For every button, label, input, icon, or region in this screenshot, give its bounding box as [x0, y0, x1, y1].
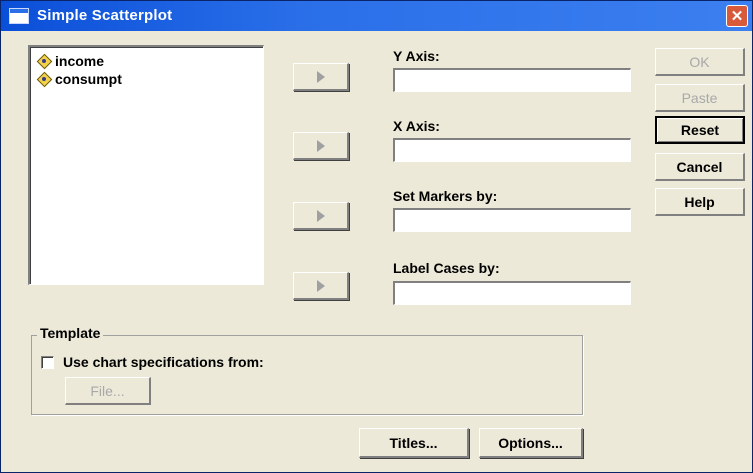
scale-variable-icon: [38, 55, 51, 68]
move-to-label-cases-button[interactable]: [293, 272, 349, 300]
variable-name: income: [55, 53, 105, 69]
options-button[interactable]: Options...: [479, 428, 583, 458]
label-cases-by-label: Label Cases by:: [393, 260, 500, 276]
variable-name: consumpt: [55, 71, 122, 87]
x-axis-field[interactable]: [393, 138, 631, 162]
set-markers-by-field[interactable]: [393, 208, 631, 232]
use-chart-specifications-checkbox[interactable]: [41, 356, 54, 369]
reset-button[interactable]: Reset: [655, 116, 745, 144]
close-button[interactable]: ✕: [726, 5, 748, 27]
simple-scatterplot-dialog: Simple Scatterplot ✕ income consumpt Y A…: [0, 0, 753, 473]
title-bar[interactable]: Simple Scatterplot ✕: [1, 1, 752, 31]
label-cases-by-field[interactable]: [393, 281, 631, 305]
list-item-consumpt[interactable]: consumpt: [38, 71, 122, 87]
x-axis-label: X Axis:: [393, 118, 440, 134]
use-chart-specifications-label[interactable]: Use chart specifications from:: [63, 354, 264, 370]
set-markers-by-label: Set Markers by:: [393, 188, 498, 204]
variable-list[interactable]: income consumpt: [28, 45, 264, 285]
paste-button[interactable]: Paste: [655, 84, 745, 112]
right-arrow-icon: [316, 70, 325, 83]
titles-button[interactable]: Titles...: [359, 428, 469, 458]
right-arrow-icon: [316, 139, 325, 152]
y-axis-field[interactable]: [393, 68, 631, 92]
cancel-button[interactable]: Cancel: [655, 153, 745, 181]
move-to-set-markers-button[interactable]: [293, 202, 349, 230]
close-icon: ✕: [730, 8, 744, 25]
move-to-y-axis-button[interactable]: [293, 63, 349, 91]
help-button[interactable]: Help: [655, 188, 745, 216]
list-item-income[interactable]: income: [38, 53, 104, 69]
template-group-label: Template: [37, 325, 104, 341]
right-arrow-icon: [316, 209, 325, 222]
window-icon: [9, 8, 29, 24]
y-axis-label: Y Axis:: [393, 48, 440, 64]
ok-button[interactable]: OK: [655, 48, 745, 76]
file-button[interactable]: File...: [65, 377, 151, 405]
dialog-title: Simple Scatterplot: [37, 7, 173, 24]
move-to-x-axis-button[interactable]: [293, 132, 349, 160]
scale-variable-icon: [38, 73, 51, 86]
right-arrow-icon: [316, 279, 325, 292]
